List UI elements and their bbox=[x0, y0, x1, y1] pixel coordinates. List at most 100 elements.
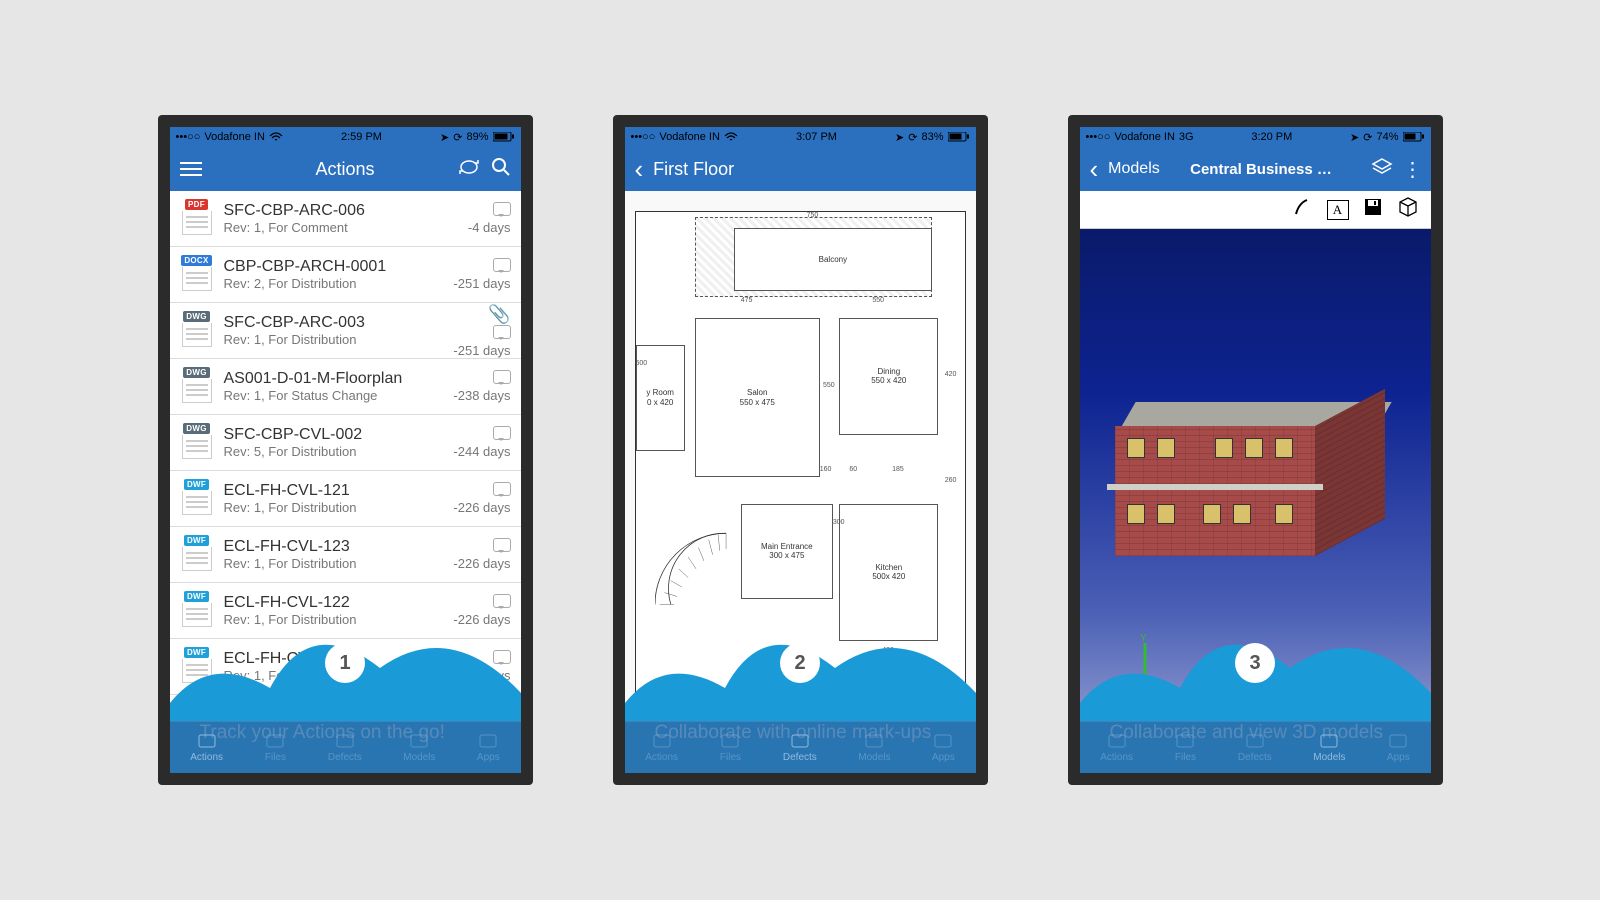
tab-defects[interactable]: Defects bbox=[1238, 732, 1272, 763]
dimension-label: 300 bbox=[833, 519, 845, 526]
room-salon[interactable]: Salon550 x 475 bbox=[695, 318, 820, 477]
tab-actions[interactable]: Actions bbox=[190, 732, 223, 763]
comment-icon[interactable] bbox=[493, 482, 511, 496]
rotation-lock-icon: ⟳ bbox=[908, 131, 917, 144]
dimension-label: 750 bbox=[807, 212, 819, 219]
axes-gizmo-icon: X Y bbox=[1120, 633, 1190, 713]
action-row[interactable]: DOCXCBP-CBP-ARCH-0001Rev: 2, For Distrib… bbox=[170, 247, 521, 303]
location-icon: ➤ bbox=[895, 131, 904, 144]
actions-list[interactable]: PDFSFC-CBP-ARC-006Rev: 1, For Comment-4 … bbox=[170, 191, 521, 773]
row-days: -226 days bbox=[453, 668, 510, 683]
row-days: -244 days bbox=[453, 444, 510, 459]
room-dining[interactable]: Dining550 x 420 bbox=[839, 318, 938, 435]
dimension-label: 420 bbox=[945, 371, 957, 378]
tab-files[interactable]: Files bbox=[719, 732, 741, 763]
status-bar: •••○○ Vodafone IN 3G 3:20 PM ➤ ⟳ 74% bbox=[1080, 127, 1431, 147]
file-type-icon: DWF bbox=[180, 591, 214, 631]
svg-text:Y: Y bbox=[1140, 633, 1147, 644]
pen-tool-icon[interactable] bbox=[1293, 197, 1313, 223]
tab-actions[interactable]: Actions bbox=[645, 732, 678, 763]
comment-icon[interactable] bbox=[493, 538, 511, 552]
row-days: -226 days bbox=[453, 556, 510, 571]
file-type-icon: DWG bbox=[180, 311, 214, 351]
tab-apps[interactable]: Apps bbox=[1387, 732, 1410, 763]
action-row[interactable]: DWGSFC-CBP-ARC-003Rev: 1, For Distributi… bbox=[170, 303, 521, 359]
network-label: 3G bbox=[1179, 131, 1194, 143]
battery-percent: 83% bbox=[921, 131, 943, 143]
phone-screenshot-2: •••○○ Vodafone IN 3:07 PM ➤ ⟳ 83% ‹ Firs… bbox=[613, 115, 988, 785]
sync-icon[interactable] bbox=[457, 157, 481, 182]
building-model bbox=[1115, 402, 1395, 582]
back-label: Models bbox=[1108, 160, 1160, 178]
tab-defects[interactable]: Defects bbox=[328, 732, 362, 763]
dimension-label: 475 bbox=[741, 297, 753, 304]
signal-dots-icon: •••○○ bbox=[176, 131, 201, 143]
tab-bar: Actions Files Defects Models Apps bbox=[625, 721, 976, 773]
comment-icon[interactable] bbox=[493, 258, 511, 272]
row-title: ECL-FH-CVL-122 bbox=[224, 594, 448, 612]
svg-text:X: X bbox=[1175, 703, 1182, 713]
tab-apps[interactable]: Apps bbox=[932, 732, 955, 763]
tab-models[interactable]: Models bbox=[403, 732, 435, 763]
action-row[interactable]: DWGSFC-CBP-CVL-002Rev: 5, For Distributi… bbox=[170, 415, 521, 471]
tab-models[interactable]: Models bbox=[1313, 732, 1345, 763]
floorplan-view[interactable]: ⬧ bbox=[625, 191, 976, 773]
row-title: SFC-CBP-CVL-002 bbox=[224, 426, 448, 444]
tab-models[interactable]: Models bbox=[858, 732, 890, 763]
action-row[interactable]: DWFECL-FH-CVL-121Rev: 1, For Distributio… bbox=[170, 471, 521, 527]
comment-icon[interactable] bbox=[493, 650, 511, 664]
comment-icon[interactable] bbox=[493, 325, 511, 339]
nav-bar: ‹ Models Central Business Park L ⋮ bbox=[1080, 147, 1431, 191]
more-icon[interactable]: ⋮ bbox=[1403, 157, 1421, 182]
tab-actions[interactable]: Actions bbox=[1100, 732, 1133, 763]
dimension-label: 550 bbox=[872, 297, 884, 304]
row-title: AS001-D-01-M-Floorplan bbox=[224, 370, 448, 388]
menu-icon[interactable] bbox=[180, 158, 202, 180]
comment-icon[interactable] bbox=[493, 594, 511, 608]
cube-view-icon[interactable] bbox=[1397, 196, 1419, 224]
action-row[interactable]: PDFSFC-CBP-ARC-006Rev: 1, For Comment-4 … bbox=[170, 191, 521, 247]
file-type-icon: PDF bbox=[180, 199, 214, 239]
clock: 2:59 PM bbox=[341, 131, 382, 143]
dimension-label: 60 bbox=[849, 466, 857, 473]
tab-apps[interactable]: Apps bbox=[477, 732, 500, 763]
action-row[interactable]: DWFECL-FH-CVL-122Rev: 1, For Distributio… bbox=[170, 583, 521, 639]
room-kitchen[interactable]: Kitchen500x 420 bbox=[839, 504, 938, 642]
row-subtitle: Rev: 1, For Distribution bbox=[224, 500, 448, 515]
tab-files[interactable]: Files bbox=[264, 732, 286, 763]
tab-bar: Actions Files Defects Models Apps bbox=[1080, 721, 1431, 773]
room-main-entrance[interactable]: Main Entrance300 x 475 bbox=[741, 504, 833, 599]
row-subtitle: Rev: 1, For Distribution bbox=[224, 556, 448, 571]
attachment-icon: 📎 bbox=[488, 304, 510, 324]
dimension-label: 185 bbox=[892, 466, 904, 473]
comment-icon[interactable] bbox=[493, 370, 511, 384]
tab-defects[interactable]: Defects bbox=[783, 732, 817, 763]
row-days: -238 days bbox=[453, 388, 510, 403]
action-row[interactable]: DWFECL-FH-CVLRev: 1, For Distribution-22… bbox=[170, 639, 521, 695]
action-row[interactable]: DWFECL-FH-CVL-123Rev: 1, For Distributio… bbox=[170, 527, 521, 583]
battery-icon bbox=[948, 132, 970, 142]
file-type-icon: DOCX bbox=[180, 255, 214, 295]
dimension-label: 420 bbox=[882, 647, 894, 654]
location-icon: ➤ bbox=[440, 131, 449, 144]
row-days: -251 days bbox=[453, 276, 510, 291]
row-subtitle: Rev: 1, For Distribution bbox=[224, 332, 448, 347]
comment-icon[interactable] bbox=[493, 202, 511, 216]
row-title: ECL-FH-CVL-121 bbox=[224, 482, 448, 500]
action-row[interactable]: DWGAS001-D-01-M-FloorplanRev: 1, For Sta… bbox=[170, 359, 521, 415]
signal-dots-icon: •••○○ bbox=[1086, 131, 1111, 143]
back-button[interactable]: ‹ Models bbox=[1090, 156, 1160, 182]
wifi-icon bbox=[269, 132, 283, 142]
comment-icon[interactable] bbox=[493, 426, 511, 440]
search-icon[interactable] bbox=[491, 157, 511, 182]
status-bar: •••○○ Vodafone IN 2:59 PM ➤ ⟳ 89% bbox=[170, 127, 521, 147]
tab-files[interactable]: Files bbox=[1174, 732, 1196, 763]
location-icon: ➤ bbox=[1350, 131, 1359, 144]
3d-model-view[interactable]: X Y bbox=[1080, 229, 1431, 773]
row-title: ECL-FH-CVL-123 bbox=[224, 538, 448, 556]
back-button[interactable]: ‹ First Floor bbox=[635, 156, 735, 182]
layers-icon[interactable] bbox=[1371, 158, 1393, 181]
room-balcony[interactable]: Balcony bbox=[734, 228, 931, 292]
text-tool-icon[interactable]: A bbox=[1327, 200, 1349, 220]
save-icon[interactable] bbox=[1363, 197, 1383, 223]
